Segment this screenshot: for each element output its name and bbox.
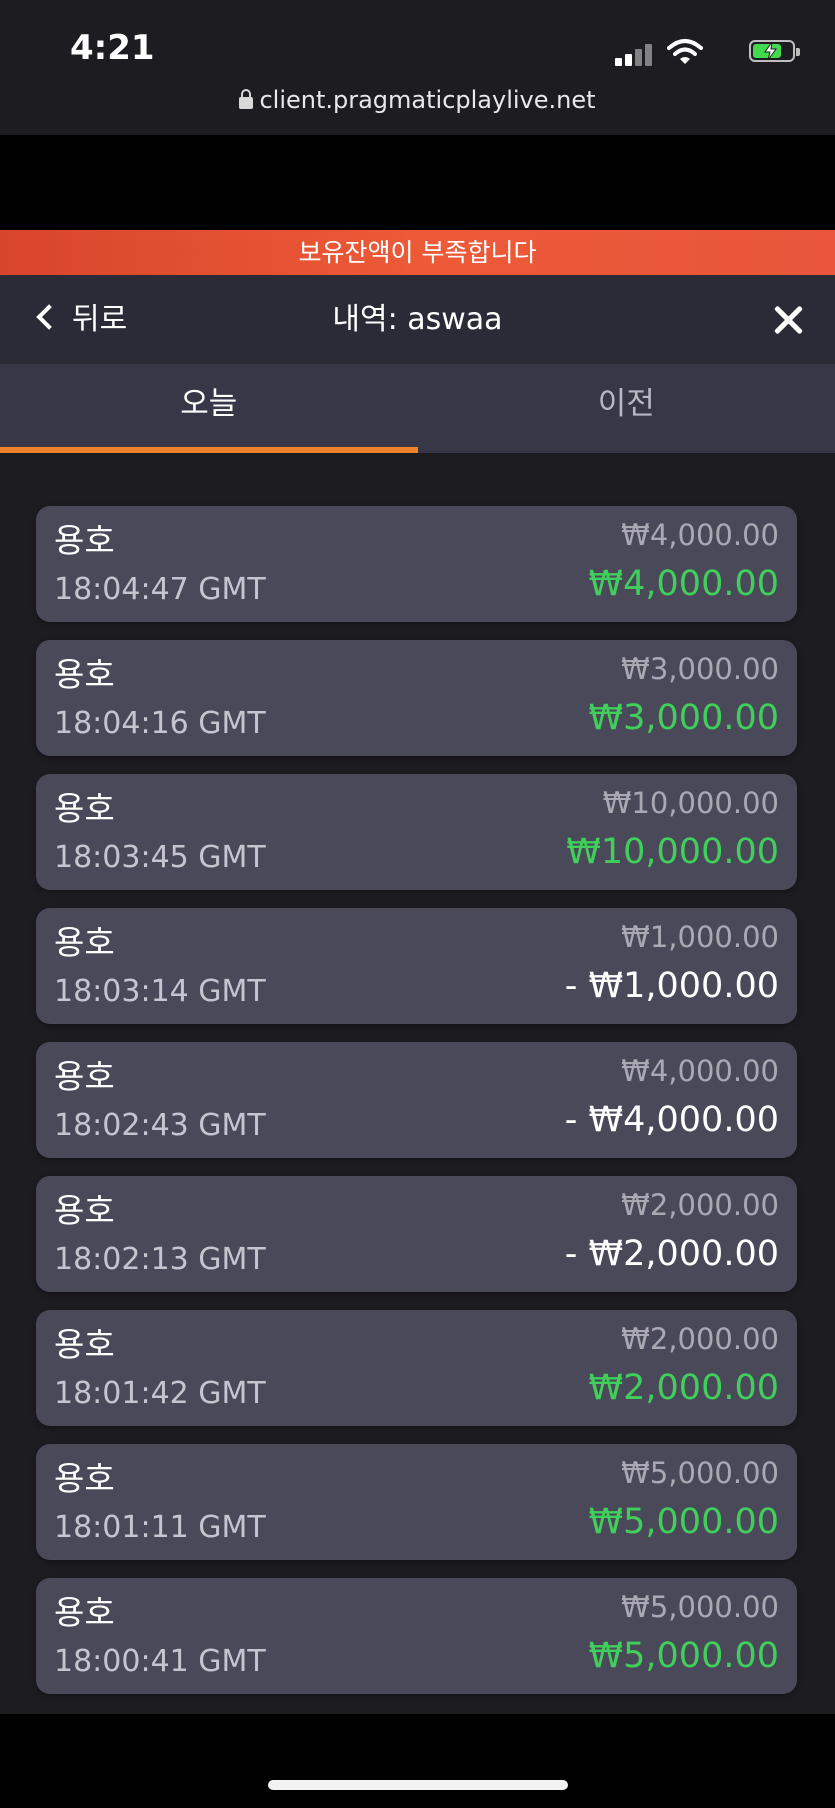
history-list: 용호 18:04:47 GMT ₩4,000.00 ₩4,000.00 용호 1… bbox=[36, 506, 797, 1712]
back-label: 뒤로 bbox=[72, 302, 128, 337]
history-row[interactable]: 용호 18:04:47 GMT ₩4,000.00 ₩4,000.00 bbox=[36, 506, 797, 622]
chevron-left-icon bbox=[36, 304, 62, 330]
history-row[interactable]: 용호 18:01:42 GMT ₩2,000.00 ₩2,000.00 bbox=[36, 1310, 797, 1426]
result-amount: - ₩4,000.00 bbox=[564, 1100, 779, 1140]
history-row[interactable]: 용호 18:02:13 GMT ₩2,000.00 - ₩2,000.00 bbox=[36, 1176, 797, 1292]
wifi-icon bbox=[667, 39, 703, 64]
round-time: 18:02:13 GMT bbox=[54, 1242, 266, 1277]
round-time: 18:03:45 GMT bbox=[54, 840, 266, 875]
history-row[interactable]: 용호 18:03:14 GMT ₩1,000.00 - ₩1,000.00 bbox=[36, 908, 797, 1024]
tab-previous[interactable]: 이전 bbox=[418, 364, 835, 453]
close-icon[interactable] bbox=[769, 301, 807, 339]
bet-amount: ₩2,000.00 bbox=[621, 1188, 779, 1222]
result-amount: - ₩1,000.00 bbox=[564, 966, 779, 1006]
status-icons bbox=[603, 34, 803, 66]
game-name: 용호 bbox=[54, 923, 115, 962]
home-indicator[interactable] bbox=[268, 1780, 568, 1790]
round-time: 18:00:41 GMT bbox=[54, 1644, 266, 1679]
bet-amount: ₩2,000.00 bbox=[621, 1322, 779, 1356]
round-time: 18:04:47 GMT bbox=[54, 572, 266, 607]
url-text: client.pragmaticplaylive.net bbox=[259, 86, 596, 114]
back-button[interactable]: 뒤로 bbox=[36, 275, 128, 364]
game-name: 용호 bbox=[54, 789, 115, 828]
round-time: 18:02:43 GMT bbox=[54, 1108, 266, 1143]
result-amount: - ₩2,000.00 bbox=[564, 1234, 779, 1274]
round-time: 18:03:14 GMT bbox=[54, 974, 266, 1009]
history-row[interactable]: 용호 18:02:43 GMT ₩4,000.00 - ₩4,000.00 bbox=[36, 1042, 797, 1158]
lock-icon bbox=[239, 89, 254, 109]
cellular-signal-icon bbox=[615, 44, 655, 66]
tab-today[interactable]: 오늘 bbox=[0, 364, 418, 453]
game-name: 용호 bbox=[54, 1325, 115, 1364]
history-header: 뒤로 내역: aswaa bbox=[0, 275, 835, 364]
game-name: 용호 bbox=[54, 1593, 115, 1632]
history-row[interactable]: 용호 18:00:41 GMT ₩5,000.00 ₩5,000.00 bbox=[36, 1578, 797, 1694]
result-amount: ₩10,000.00 bbox=[566, 832, 779, 872]
address-bar[interactable]: client.pragmaticplaylive.net bbox=[0, 86, 835, 114]
bet-amount: ₩10,000.00 bbox=[602, 786, 779, 820]
game-name: 용호 bbox=[54, 1057, 115, 1096]
result-amount: ₩2,000.00 bbox=[588, 1368, 779, 1408]
history-tabs: 오늘 이전 bbox=[0, 364, 835, 453]
result-amount: ₩5,000.00 bbox=[588, 1502, 779, 1542]
round-time: 18:01:11 GMT bbox=[54, 1510, 266, 1545]
bet-amount: ₩5,000.00 bbox=[621, 1456, 779, 1490]
status-bar: 4:21 client.pragmaticplaylive.net bbox=[0, 0, 835, 135]
bet-amount: ₩4,000.00 bbox=[621, 518, 779, 552]
history-row[interactable]: 용호 18:03:45 GMT ₩10,000.00 ₩10,000.00 bbox=[36, 774, 797, 890]
game-name: 용호 bbox=[54, 521, 115, 560]
result-amount: ₩4,000.00 bbox=[588, 564, 779, 604]
round-time: 18:04:16 GMT bbox=[54, 706, 266, 741]
history-row[interactable]: 용호 18:04:16 GMT ₩3,000.00 ₩3,000.00 bbox=[36, 640, 797, 756]
video-area-strip bbox=[0, 135, 835, 230]
bet-amount: ₩5,000.00 bbox=[621, 1590, 779, 1624]
page-title: 내역: aswaa bbox=[332, 302, 503, 337]
round-time: 18:01:42 GMT bbox=[54, 1376, 266, 1411]
bottom-safe-area bbox=[0, 1714, 835, 1808]
bet-amount: ₩3,000.00 bbox=[621, 652, 779, 686]
history-row[interactable]: 용호 18:01:11 GMT ₩5,000.00 ₩5,000.00 bbox=[36, 1444, 797, 1560]
result-amount: ₩3,000.00 bbox=[588, 698, 779, 738]
result-amount: ₩5,000.00 bbox=[588, 1636, 779, 1676]
bet-amount: ₩1,000.00 bbox=[621, 920, 779, 954]
battery-charging-icon bbox=[749, 40, 800, 62]
insufficient-balance-banner: 보유잔액이 부족합니다 bbox=[0, 230, 835, 275]
status-clock: 4:21 bbox=[70, 28, 155, 68]
game-name: 용호 bbox=[54, 655, 115, 694]
bet-amount: ₩4,000.00 bbox=[621, 1054, 779, 1088]
game-name: 용호 bbox=[54, 1459, 115, 1498]
game-name: 용호 bbox=[54, 1191, 115, 1230]
